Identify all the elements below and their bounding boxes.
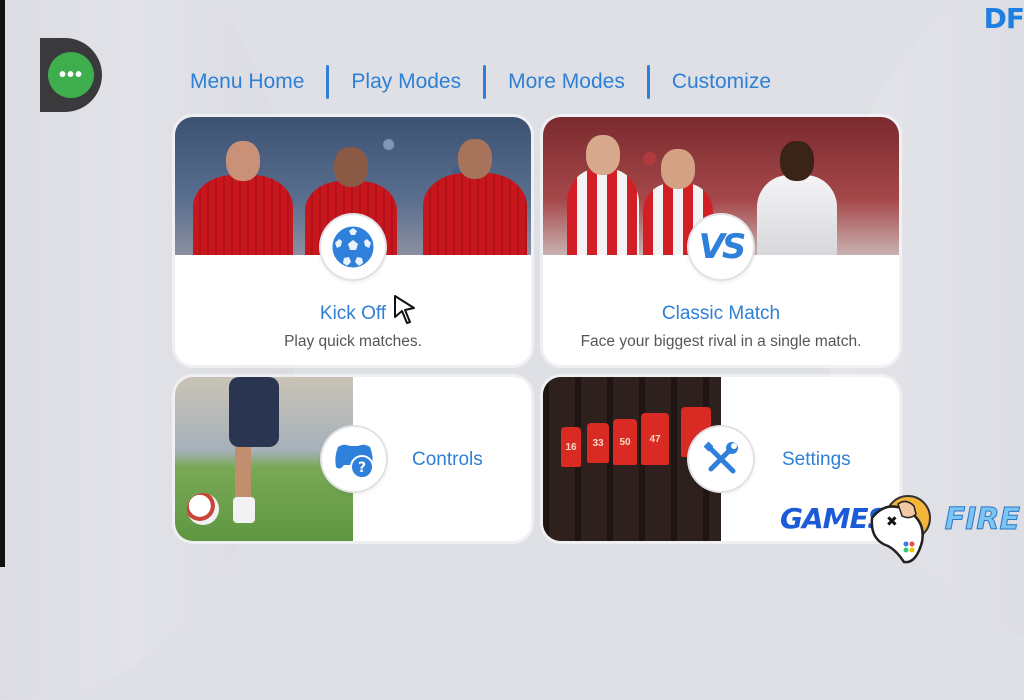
corner-logo-text: DF xyxy=(983,2,1024,35)
kick-off-title: Kick Off xyxy=(319,303,387,324)
jersey: 16 xyxy=(561,427,581,467)
jersey: 47 xyxy=(641,413,669,465)
watermark-fire-text: FIRE xyxy=(944,502,1020,538)
nav-customize[interactable]: Customize xyxy=(650,70,793,94)
versus-icon: VS xyxy=(698,227,747,267)
kick-off-card[interactable]: Kick Off Play quick matches. xyxy=(175,117,531,365)
player-sock xyxy=(233,497,255,523)
screen-edge xyxy=(0,0,5,567)
svg-text:?: ? xyxy=(358,460,366,476)
nav-more-modes[interactable]: More Modes xyxy=(486,70,647,94)
more-options-button[interactable]: ••• xyxy=(48,52,94,98)
brand-logo: ••• xyxy=(40,38,102,112)
classic-match-icon-circle: VS xyxy=(689,215,753,279)
controls-title: Controls xyxy=(412,449,483,470)
gamepad-mascot-icon: ✖ xyxy=(870,495,931,564)
classic-match-card[interactable]: VS Classic Match Face your biggest rival… xyxy=(543,117,899,365)
player-shorts xyxy=(229,377,279,447)
nav-menu-home[interactable]: Menu Home xyxy=(168,70,326,94)
soccer-ball-icon xyxy=(332,226,374,268)
gamepad-help-icon: ? xyxy=(335,444,374,479)
svg-text:✖: ✖ xyxy=(886,514,898,530)
player-figure xyxy=(193,141,293,255)
player-figure xyxy=(567,135,639,255)
kick-off-description: Play quick matches. xyxy=(284,333,422,350)
settings-icon-circle xyxy=(689,427,753,491)
player-leg xyxy=(235,447,251,503)
kick-off-icon-circle xyxy=(321,215,385,279)
classic-match-description: Face your biggest rival in a single matc… xyxy=(580,333,862,350)
gamesfire-watermark: GAMES ✖ FIRE xyxy=(778,490,1024,567)
jersey: 50 xyxy=(613,419,637,465)
nav-play-modes[interactable]: Play Modes xyxy=(329,70,483,94)
top-navigation: Menu Home Play Modes More Modes Customiz… xyxy=(168,62,888,102)
player-figure xyxy=(757,141,837,255)
player-figure xyxy=(423,139,527,255)
controls-card[interactable]: ? Controls xyxy=(175,377,531,541)
controls-icon-circle: ? xyxy=(322,427,386,491)
classic-match-title: Classic Match xyxy=(661,303,781,324)
more-dots-icon: ••• xyxy=(58,63,83,86)
settings-title: Settings xyxy=(782,449,851,470)
mouse-cursor-icon xyxy=(394,295,415,324)
tools-icon xyxy=(703,441,738,474)
jersey: 33 xyxy=(587,423,609,463)
soccer-ball-image xyxy=(187,493,219,525)
